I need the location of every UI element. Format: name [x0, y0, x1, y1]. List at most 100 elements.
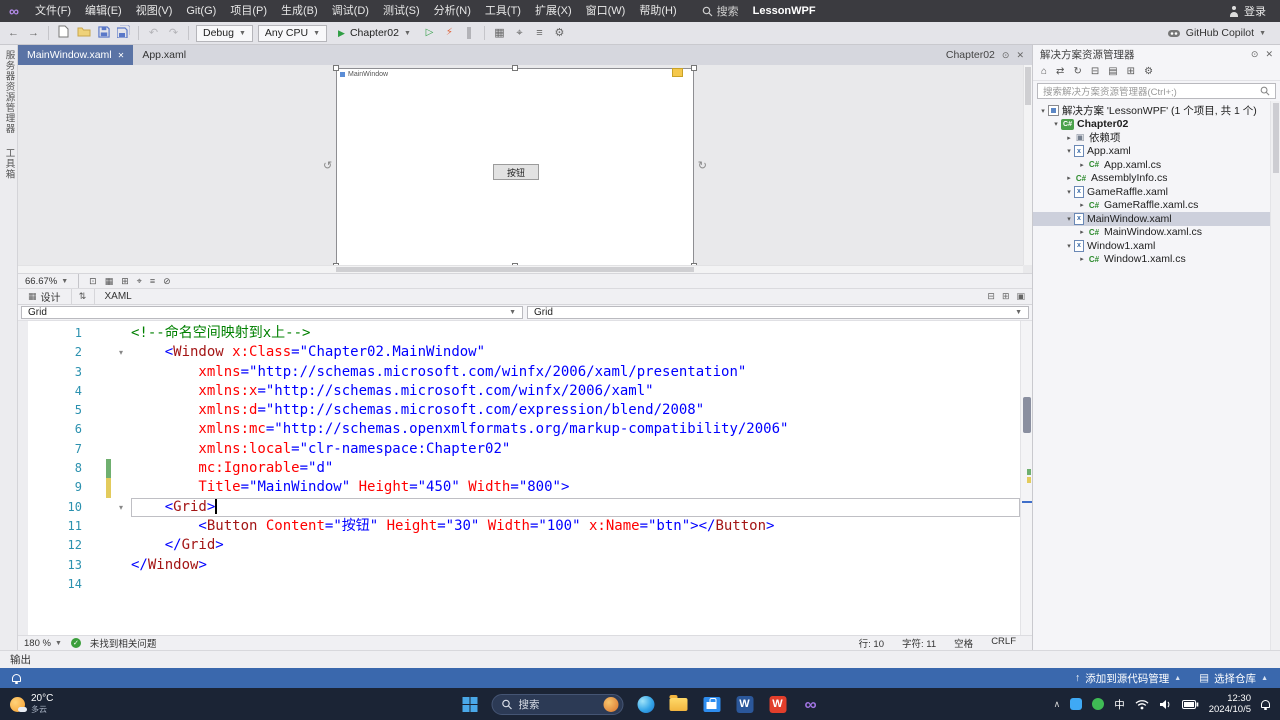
solution-search-input[interactable]: 搜索解决方案资源管理器(Ctrl+;): [1037, 83, 1276, 99]
notifications-bell-icon[interactable]: [12, 674, 21, 684]
expander-icon[interactable]: ▸: [1077, 255, 1087, 263]
code-line[interactable]: 14: [18, 575, 1020, 594]
code-line[interactable]: 4 xmlns:x="http://schemas.microsoft.com/w…: [18, 382, 1020, 401]
close-icon[interactable]: ✕: [118, 51, 125, 60]
start-button[interactable]: [457, 691, 483, 717]
expander-icon[interactable]: ▾: [1038, 107, 1048, 115]
hot-reload-icon[interactable]: ⚡: [442, 28, 457, 38]
design-window-preview[interactable]: MainWindow 按钮 ↺ ↻: [323, 65, 707, 269]
menu-item[interactable]: 分析(N): [427, 0, 478, 22]
fold-chevron-icon[interactable]: ▾: [111, 343, 131, 362]
ime-indicator[interactable]: 中: [1114, 697, 1125, 712]
debug-configuration-dropdown[interactable]: Debug ▼: [196, 24, 253, 42]
home-icon[interactable]: ⌂: [1041, 66, 1047, 77]
expander-icon[interactable]: ▸: [1077, 161, 1087, 169]
new-file-icon[interactable]: [56, 25, 71, 41]
designer-tag-icon[interactable]: [672, 68, 683, 77]
tree-item[interactable]: ▸ ▣ 依赖项: [1033, 131, 1280, 145]
code-line[interactable]: 9 Title="MainWindow" Height="450" Width="…: [18, 478, 1020, 498]
taskbar-search-box[interactable]: 搜索: [491, 693, 624, 715]
tree-item[interactable]: ▸ C# Window1.xaml.cs: [1033, 253, 1280, 267]
save-all-icon[interactable]: [116, 24, 131, 41]
tree-item[interactable]: ▾ x GameRaffle.xaml: [1033, 185, 1280, 199]
sign-in-button[interactable]: 登录: [1229, 3, 1280, 19]
show-grid-icon[interactable]: ▦: [105, 276, 114, 287]
select-repository-button[interactable]: ▤ 选择仓库 ▲: [1199, 671, 1268, 686]
menu-item[interactable]: 帮助(H): [632, 0, 683, 22]
column-indicator[interactable]: 字符: 11: [902, 636, 936, 650]
tree-item[interactable]: ▾ x App.xaml: [1033, 145, 1280, 159]
line-indicator[interactable]: 行: 10: [859, 636, 884, 650]
code-line[interactable]: 7 xmlns:local="clr-namespace:Chapter02": [18, 440, 1020, 459]
expander-icon[interactable]: ▸: [1077, 228, 1087, 236]
expander-icon[interactable]: ▾: [1051, 120, 1061, 128]
tree-item[interactable]: ▾ C# Chapter02: [1033, 118, 1280, 132]
expander-icon[interactable]: ▾: [1064, 242, 1074, 250]
tray-app-green-icon[interactable]: [1092, 698, 1105, 710]
output-panel-tab[interactable]: 输出: [10, 652, 31, 667]
taskbar-visual-studio-icon[interactable]: ∞: [798, 691, 824, 717]
snap-grid-icon[interactable]: ⊞: [121, 276, 129, 287]
nest-files-icon[interactable]: ⊞: [1127, 66, 1135, 77]
pick-element-icon[interactable]: ⌖: [512, 27, 527, 39]
expander-icon[interactable]: ▸: [1077, 201, 1087, 209]
designer-horizontal-scrollbar[interactable]: [18, 265, 1023, 273]
menu-item[interactable]: 视图(V): [129, 0, 180, 22]
menu-item[interactable]: 编辑(E): [78, 0, 129, 22]
tree-item[interactable]: ▸ C# GameRaffle.xaml.cs: [1033, 199, 1280, 213]
xaml-editor[interactable]: 1 <!--命名空间映射到x上--> 2 ▾ <Window x:Class="Chap…: [18, 321, 1032, 635]
resize-handle[interactable]: [512, 65, 518, 71]
options-gear-icon[interactable]: ⚙: [552, 27, 567, 39]
menu-item[interactable]: 调试(D): [325, 0, 376, 22]
menu-item[interactable]: 项目(P): [223, 0, 274, 22]
weather-widget[interactable]: 20°C 多云: [0, 693, 53, 715]
guides-icon[interactable]: ≡: [150, 276, 155, 286]
volume-icon[interactable]: [1159, 699, 1172, 710]
code-line[interactable]: 6 xmlns:mc="http://schemas.openxmlformats…: [18, 420, 1020, 439]
switch-views-icon[interactable]: ⇄: [1056, 66, 1064, 77]
refresh-icon[interactable]: ↻: [1073, 66, 1081, 77]
show-all-files-icon[interactable]: ▤: [1108, 66, 1117, 77]
taskbar-microsoft-edge-icon[interactable]: [633, 691, 659, 717]
editor-vertical-scrollbar[interactable]: [1020, 321, 1032, 635]
code-line[interactable]: 12 </Grid>: [18, 536, 1020, 555]
code-line[interactable]: 11 <Button Content="按钮" Height="30" Width…: [18, 517, 1020, 536]
fold-chevron-icon[interactable]: ▾: [111, 498, 131, 517]
toolbox-tab[interactable]: 工具箱: [2, 148, 16, 180]
notification-center-icon[interactable]: [1261, 700, 1270, 710]
resize-grip-right-icon[interactable]: ↻: [698, 159, 707, 172]
tree-item[interactable]: ▸ C# AssemblyInfo.cs: [1033, 172, 1280, 186]
taskbar-wps-office-icon[interactable]: W: [765, 691, 791, 717]
designer-vertical-scrollbar[interactable]: [1023, 65, 1032, 265]
designer-zoom-dropdown[interactable]: 66.67% ▼: [25, 276, 68, 287]
tree-item[interactable]: ▾ x Window1.xaml: [1033, 239, 1280, 253]
properties-icon[interactable]: ⚙: [1144, 66, 1153, 77]
menu-item[interactable]: Git(G): [179, 0, 223, 22]
editor-layout-icon[interactable]: ▦: [492, 27, 507, 39]
menu-item[interactable]: 生成(B): [274, 0, 325, 22]
code-line[interactable]: 2 ▾ <Window x:Class="Chapter02.MainWindow": [18, 343, 1020, 362]
navigate-forward-icon[interactable]: →: [26, 27, 41, 39]
github-copilot-button[interactable]: GitHub Copilot ▼: [1167, 27, 1274, 39]
tree-item[interactable]: ▾ 解决方案 'LessonWPF' (1 个项目, 共 1 个): [1033, 104, 1280, 118]
pin-icon[interactable]: ⊙: [1251, 49, 1259, 60]
close-icon[interactable]: ✕: [1265, 49, 1273, 60]
menu-item[interactable]: 窗口(W): [579, 0, 633, 22]
add-to-source-control-button[interactable]: ↑ 添加到源代码管理 ▲: [1075, 671, 1181, 686]
line-ending-indicator[interactable]: CRLF: [991, 636, 1016, 650]
wifi-icon[interactable]: [1135, 699, 1149, 710]
break-all-icon[interactable]: [462, 26, 477, 39]
design-button[interactable]: 按钮: [493, 164, 539, 180]
xaml-view-tab[interactable]: XAML: [95, 289, 142, 304]
spaces-indicator[interactable]: 空格: [954, 636, 973, 650]
platform-dropdown[interactable]: Any CPU ▼: [257, 24, 328, 42]
tree-item[interactable]: ▸ C# App.xaml.cs: [1033, 158, 1280, 172]
solution-explorer-scrollbar[interactable]: [1270, 101, 1280, 650]
resize-grip-left-icon[interactable]: ↺: [323, 159, 332, 172]
taskbar-microsoft-store-icon[interactable]: [699, 691, 725, 717]
menu-item[interactable]: 文件(F): [28, 0, 78, 22]
expander-icon[interactable]: ▸: [1064, 134, 1074, 142]
expand-pane-icon[interactable]: ▣: [1016, 291, 1025, 302]
expander-icon[interactable]: ▸: [1064, 174, 1074, 182]
disable-project-code-icon[interactable]: ⊘: [163, 276, 171, 287]
